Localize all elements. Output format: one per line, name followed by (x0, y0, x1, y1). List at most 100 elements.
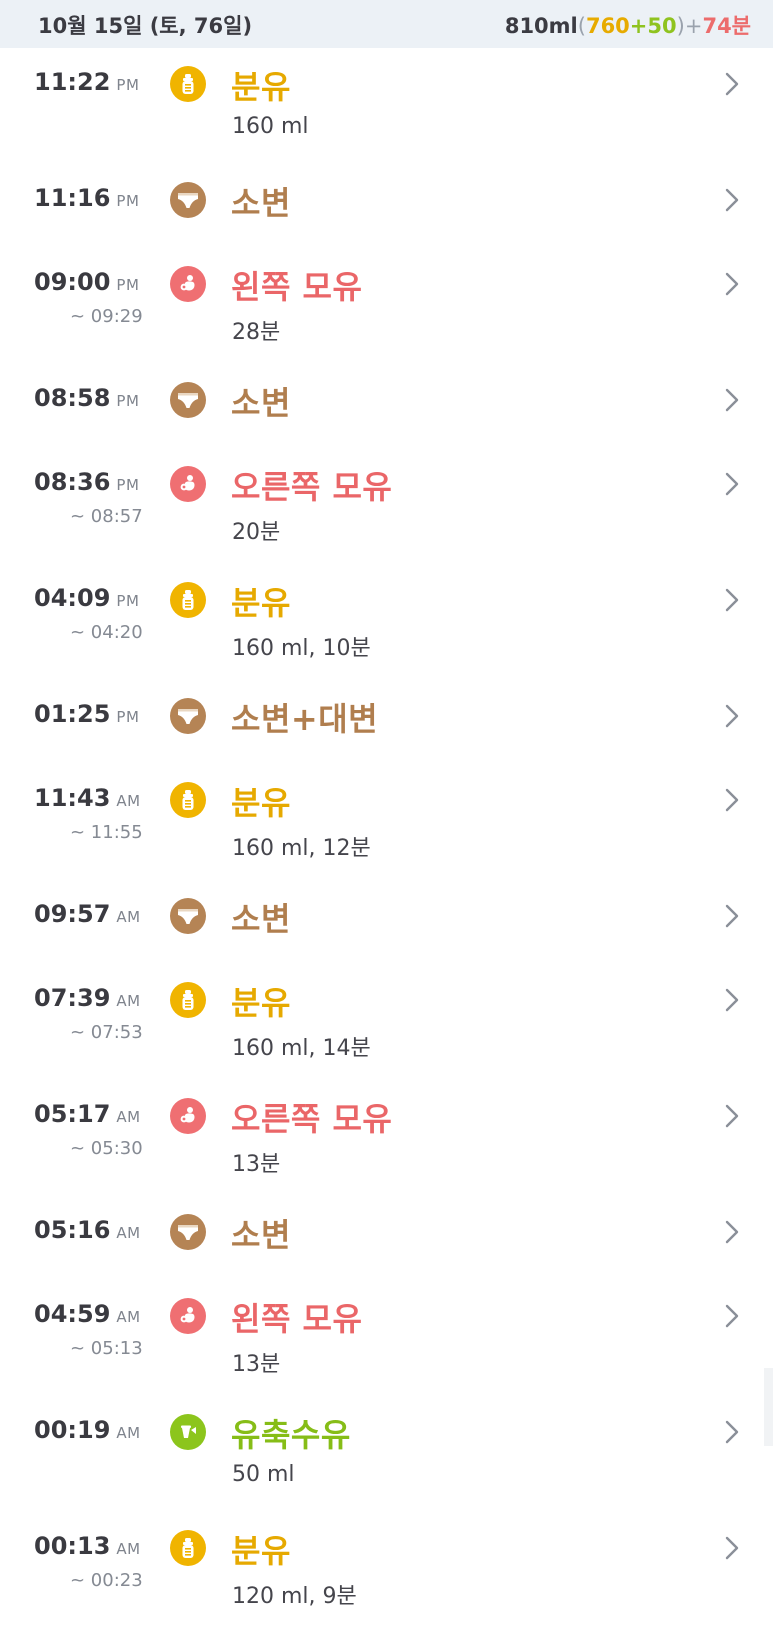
record-row[interactable]: 04:09 PM ~ 04:20 분유 160 ml, 10분 (0, 564, 773, 680)
start-time: 01:25 PM (34, 700, 139, 728)
chevron-right-icon[interactable] (722, 70, 742, 98)
record-row[interactable]: 08:36 PM ~ 08:57 오른쪽 모유 20분 (0, 448, 773, 564)
start-time-value: 11:22 (34, 68, 111, 96)
start-time: 11:16 PM (34, 184, 139, 212)
record-list: 11:22 PM 분유 160 ml 11:16 PM 소변 09:00 PM ~ 09:29 왼쪽… (0, 48, 773, 1628)
diaper-icon (170, 898, 206, 934)
bottle-icon (170, 982, 206, 1018)
start-time: 11:22 PM (34, 68, 139, 96)
record-detail: 20분 (232, 520, 281, 545)
record-row[interactable]: 04:59 AM ~ 05:13 왼쪽 모유 13분 (0, 1280, 773, 1396)
close-paren: ) (676, 14, 685, 38)
am-pm-label: PM (116, 708, 140, 726)
scrollbar[interactable] (764, 1368, 773, 1446)
chevron-right-icon[interactable] (722, 1418, 742, 1446)
end-time: ~ 05:13 (70, 1338, 143, 1359)
end-time: ~ 04:20 (70, 622, 143, 643)
chevron-right-icon[interactable] (722, 186, 742, 214)
chevron-right-icon[interactable] (722, 1218, 742, 1246)
start-time: 09:57 AM (34, 900, 141, 928)
record-row[interactable]: 11:22 PM 분유 160 ml (0, 48, 773, 164)
record-title: 소변 (231, 1216, 291, 1254)
chevron-right-icon[interactable] (722, 470, 742, 498)
start-time: 05:16 AM (34, 1216, 141, 1244)
breastfeeding-icon (170, 266, 206, 302)
am-pm-label: PM (116, 276, 140, 294)
record-row[interactable]: 05:16 AM 소변 (0, 1196, 773, 1280)
record-title: 분유 (231, 1532, 291, 1570)
start-time-value: 09:57 (34, 900, 111, 928)
total-volume: 810ml (504, 14, 578, 38)
start-time-value: 00:19 (34, 1416, 111, 1444)
start-time-value: 01:25 (34, 700, 111, 728)
start-time: 08:58 PM (34, 384, 139, 412)
chevron-right-icon[interactable] (722, 986, 742, 1014)
pumped-milk-icon (170, 1414, 206, 1450)
start-time-value: 04:59 (34, 1300, 111, 1328)
record-detail: 13분 (232, 1152, 281, 1177)
record-row[interactable]: 00:13 AM ~ 00:23 분유 120 ml, 9분 (0, 1512, 773, 1628)
record-title: 분유 (231, 584, 291, 622)
chevron-right-icon[interactable] (722, 270, 742, 298)
am-pm-label: AM (116, 792, 141, 810)
chevron-right-icon[interactable] (722, 386, 742, 414)
diaper-icon (170, 698, 206, 734)
record-row[interactable]: 11:16 PM 소변 (0, 164, 773, 248)
start-time-value: 08:58 (34, 384, 111, 412)
start-time-value: 05:17 (34, 1100, 111, 1128)
record-detail: 13분 (232, 1352, 281, 1377)
record-row[interactable]: 09:00 PM ~ 09:29 왼쪽 모유 28분 (0, 248, 773, 364)
am-pm-label: PM (116, 392, 140, 410)
record-row[interactable]: 07:39 AM ~ 07:53 분유 160 ml, 14분 (0, 964, 773, 1080)
chevron-right-icon[interactable] (722, 902, 742, 930)
header-date: 10월 15일 (토, 76일) (38, 14, 253, 38)
start-time-value: 09:00 (34, 268, 111, 296)
record-title: 분유 (231, 784, 291, 822)
diaper-icon (170, 1214, 206, 1250)
record-row[interactable]: 09:57 AM 소변 (0, 880, 773, 964)
chevron-right-icon[interactable] (722, 786, 742, 814)
bottle-icon (170, 782, 206, 818)
start-time: 09:00 PM (34, 268, 139, 296)
record-detail: 50 ml (232, 1462, 295, 1487)
start-time-value: 05:16 (34, 1216, 111, 1244)
start-time-value: 11:43 (34, 784, 111, 812)
record-row[interactable]: 00:19 AM 유축수유 50 ml (0, 1396, 773, 1512)
am-pm-label: PM (116, 192, 140, 210)
chevron-right-icon[interactable] (722, 1534, 742, 1562)
chevron-right-icon[interactable] (722, 586, 742, 614)
record-row[interactable]: 11:43 AM ~ 11:55 분유 160 ml, 12분 (0, 764, 773, 880)
diaper-icon (170, 182, 206, 218)
record-title: 소변 (231, 900, 291, 938)
record-title: 오른쪽 모유 (231, 1100, 393, 1138)
record-row[interactable]: 01:25 PM 소변+대변 (0, 680, 773, 764)
am-pm-label: AM (116, 908, 141, 926)
bottle-icon (170, 66, 206, 102)
daily-total-summary: 810ml(760+50)+74분 (505, 10, 751, 40)
end-time: ~ 09:29 (70, 306, 143, 327)
am-pm-label: PM (116, 476, 140, 494)
record-title: 소변 (231, 184, 291, 222)
record-detail: 160 ml, 14분 (232, 1036, 371, 1061)
bottle-icon (170, 1530, 206, 1566)
start-time: 08:36 PM (34, 468, 139, 496)
end-time: ~ 07:53 (70, 1022, 143, 1043)
breastfeeding-icon (170, 1098, 206, 1134)
record-title: 왼쪽 모유 (231, 268, 363, 306)
record-detail: 160 ml, 12분 (232, 836, 371, 861)
bottle-icon (170, 582, 206, 618)
record-row[interactable]: 08:58 PM 소변 (0, 364, 773, 448)
chevron-right-icon[interactable] (722, 1302, 742, 1330)
record-title: 분유 (231, 68, 291, 106)
breastfeeding-icon (170, 1298, 206, 1334)
pumped-volume: 50 (647, 14, 677, 38)
am-pm-label: PM (116, 76, 140, 94)
plus-sign: + (629, 14, 648, 38)
breastfeeding-duration: 74분 (702, 14, 751, 38)
end-time: ~ 05:30 (70, 1138, 143, 1159)
start-time-value: 04:09 (34, 584, 111, 612)
chevron-right-icon[interactable] (722, 1102, 742, 1130)
chevron-right-icon[interactable] (722, 702, 742, 730)
start-time: 00:13 AM (34, 1532, 141, 1560)
record-row[interactable]: 05:17 AM ~ 05:30 오른쪽 모유 13분 (0, 1080, 773, 1196)
